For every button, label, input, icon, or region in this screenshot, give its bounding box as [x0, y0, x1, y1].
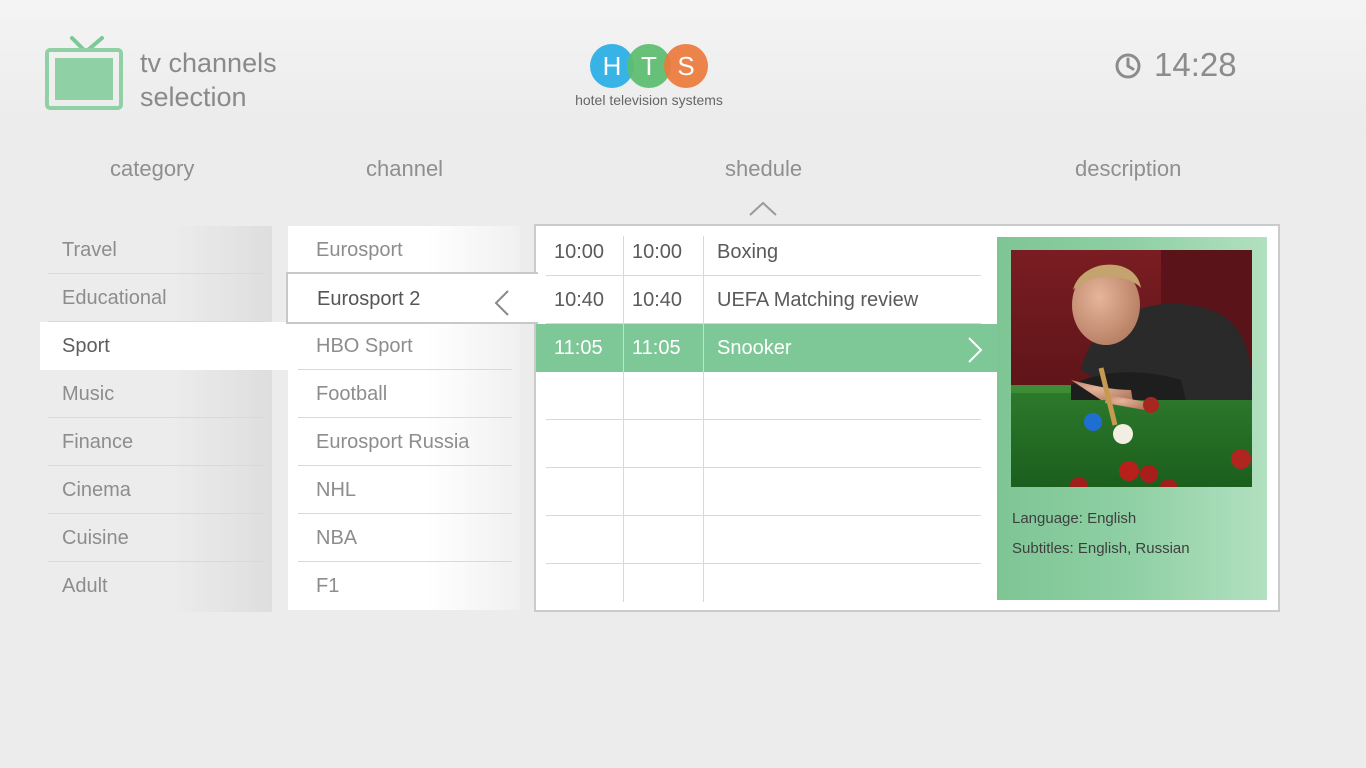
category-item-cinema[interactable]: Cinema [48, 466, 264, 514]
program-image [1011, 250, 1252, 497]
schedule-program-title: Boxing [717, 241, 779, 263]
schedule-start-time: 11:05 [554, 337, 603, 359]
schedule-row-empty [536, 516, 997, 564]
category-item-educational[interactable]: Educational [48, 274, 264, 322]
column-heading-category: category [110, 156, 195, 181]
schedule-row-boxing[interactable]: 10:00 10:00 Boxing [536, 228, 997, 276]
schedule-row-snooker[interactable]: 11:05 11:05 Snooker [536, 324, 997, 372]
description-language: Language: English [1012, 510, 1137, 527]
category-item-sport[interactable]: Sport [40, 322, 300, 370]
schedule-end-time: 11:05 [632, 337, 681, 359]
category-item-cuisine[interactable]: Cuisine [48, 514, 264, 562]
schedule-row-uefa[interactable]: 10:40 10:40 UEFA Matching review [536, 276, 997, 324]
column-divider [623, 236, 624, 602]
column-heading-description: description [1075, 156, 1182, 181]
category-item-adult[interactable]: Adult [48, 562, 264, 610]
schedule-end-time: 10:40 [632, 289, 683, 311]
chevron-right-icon[interactable] [967, 336, 983, 370]
schedule-start-time: 10:00 [554, 241, 605, 263]
channel-list: Eurosport Eurosport 2 HBO Sport Football… [286, 226, 538, 610]
header: tv channels selection H T S hotel televi… [0, 0, 1366, 136]
page-title-line2: selection [140, 82, 247, 112]
channel-item-football[interactable]: Football [298, 370, 512, 418]
logo-letter-s: S [664, 44, 708, 88]
logo-circles: H T S [590, 42, 710, 90]
chevron-up-icon[interactable] [748, 200, 778, 222]
schedule-start-time: 10:40 [554, 289, 605, 311]
tv-icon [44, 36, 124, 116]
schedule-panel: 10:00 10:00 Boxing 10:40 10:40 UEFA Matc… [534, 224, 1280, 612]
schedule-row-empty [536, 420, 997, 468]
schedule-program-title: UEFA Matching review [717, 289, 919, 311]
category-item-music[interactable]: Music [48, 370, 264, 418]
category-item-finance[interactable]: Finance [48, 418, 264, 466]
channel-item-eurosport[interactable]: Eurosport [298, 226, 512, 274]
schedule-row-empty [536, 372, 997, 420]
category-item-travel[interactable]: Travel [48, 226, 264, 274]
channel-item-label: Eurosport 2 [317, 288, 421, 310]
channel-item-eurosport-russia[interactable]: Eurosport Russia [298, 418, 512, 466]
chevron-left-icon[interactable] [494, 286, 510, 336]
channel-item-hbo-sport[interactable]: HBO Sport [298, 322, 512, 370]
channel-item-nba[interactable]: NBA [298, 514, 512, 562]
schedule-row-empty [536, 468, 997, 516]
schedule-end-time: 10:00 [632, 241, 683, 263]
channel-item-nhl[interactable]: NHL [298, 466, 512, 514]
column-heading-schedule: shedule [725, 156, 803, 181]
description-panel: Language: English Subtitles: English, Ru… [997, 237, 1267, 600]
row-divider [546, 563, 981, 564]
description-subtitles: Subtitles: English, Russian [1012, 540, 1190, 557]
channel-item-f1[interactable]: F1 [298, 562, 512, 610]
category-list: Travel Educational Sport Music Finance C… [40, 226, 300, 612]
page-title-line1: tv channels [140, 48, 277, 78]
clock-time: 14:28 [1154, 46, 1237, 83]
clock-icon [1115, 53, 1141, 79]
hts-logo: H T S hotel television systems [561, 42, 737, 114]
column-divider [703, 236, 704, 602]
schedule-program-title: Snooker [717, 337, 792, 359]
channel-item-eurosport-2[interactable]: Eurosport 2 [286, 272, 538, 324]
logo-subtitle: hotel television systems [575, 92, 723, 108]
page-title: tv channels selection [140, 46, 277, 114]
column-heading-channel: channel [366, 156, 444, 181]
